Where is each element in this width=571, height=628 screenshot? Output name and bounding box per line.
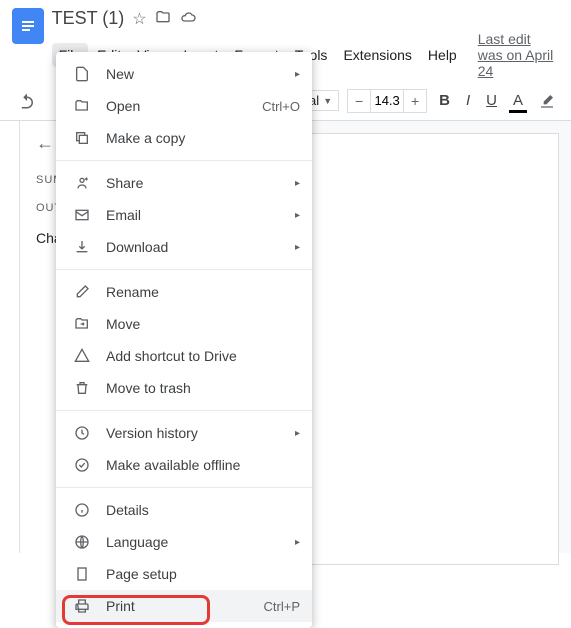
menu-item-download[interactable]: Download ▸ — [56, 231, 312, 263]
menu-item-add-shortcut[interactable]: Add shortcut to Drive — [56, 340, 312, 372]
chevron-right-icon: ▸ — [295, 428, 300, 439]
chevron-right-icon: ▸ — [295, 69, 300, 80]
bold-button[interactable]: B — [435, 90, 454, 111]
italic-button[interactable]: I — [462, 90, 474, 111]
chevron-right-icon: ▸ — [295, 178, 300, 189]
doc-title[interactable]: TEST (1) — [52, 8, 125, 29]
trash-icon — [72, 378, 92, 398]
star-icon[interactable]: ☆ — [132, 9, 146, 29]
menu-item-version-history[interactable]: Version history ▸ — [56, 417, 312, 449]
chevron-right-icon: ▸ — [295, 242, 300, 253]
menu-item-new[interactable]: New ▸ — [56, 58, 312, 90]
menu-extensions[interactable]: Extensions — [336, 43, 418, 67]
cloud-icon[interactable] — [179, 9, 197, 29]
vertical-ruler — [0, 121, 20, 553]
page-setup-icon — [72, 564, 92, 584]
chevron-right-icon: ▸ — [295, 537, 300, 548]
menu-item-language[interactable]: Language ▸ — [56, 526, 312, 558]
copy-icon — [72, 128, 92, 148]
folder-open-icon — [72, 96, 92, 116]
font-size-control: − + — [347, 89, 427, 113]
file-menu: New ▸ Open Ctrl+O Make a copy Share ▸ Em… — [56, 52, 312, 628]
text-color-button[interactable]: A — [509, 90, 527, 111]
menu-item-make-copy[interactable]: Make a copy — [56, 122, 312, 154]
email-icon — [72, 205, 92, 225]
download-icon — [72, 237, 92, 257]
menu-item-page-setup[interactable]: Page setup — [56, 558, 312, 590]
docs-logo[interactable] — [12, 8, 44, 44]
menu-item-share[interactable]: Share ▸ — [56, 167, 312, 199]
menu-item-details[interactable]: Details — [56, 494, 312, 526]
menu-item-rename[interactable]: Rename — [56, 276, 312, 308]
globe-icon — [72, 532, 92, 552]
menu-item-move[interactable]: Move — [56, 308, 312, 340]
move-icon[interactable] — [155, 9, 171, 29]
info-icon — [72, 500, 92, 520]
menu-help[interactable]: Help — [421, 43, 464, 67]
highlight-button[interactable] — [535, 91, 559, 111]
underline-button[interactable]: U — [482, 90, 501, 111]
font-size-input[interactable] — [370, 90, 404, 112]
menu-item-open[interactable]: Open Ctrl+O — [56, 90, 312, 122]
menu-item-offline[interactable]: Make available offline — [56, 449, 312, 481]
rename-icon — [72, 282, 92, 302]
undo-button[interactable] — [12, 88, 42, 114]
offline-icon — [72, 455, 92, 475]
move-folder-icon — [72, 314, 92, 334]
print-icon — [72, 596, 92, 616]
increase-size-button[interactable]: + — [404, 90, 426, 112]
decrease-size-button[interactable]: − — [348, 90, 370, 112]
menu-item-trash[interactable]: Move to trash — [56, 372, 312, 404]
file-new-icon — [72, 64, 92, 84]
last-edit-link[interactable]: Last edit was on April 24 — [478, 31, 559, 79]
history-icon — [72, 423, 92, 443]
share-icon — [72, 173, 92, 193]
drive-shortcut-icon — [72, 346, 92, 366]
menu-item-print[interactable]: Print Ctrl+P — [56, 590, 312, 622]
chevron-right-icon: ▸ — [295, 210, 300, 221]
menu-item-email[interactable]: Email ▸ — [56, 199, 312, 231]
